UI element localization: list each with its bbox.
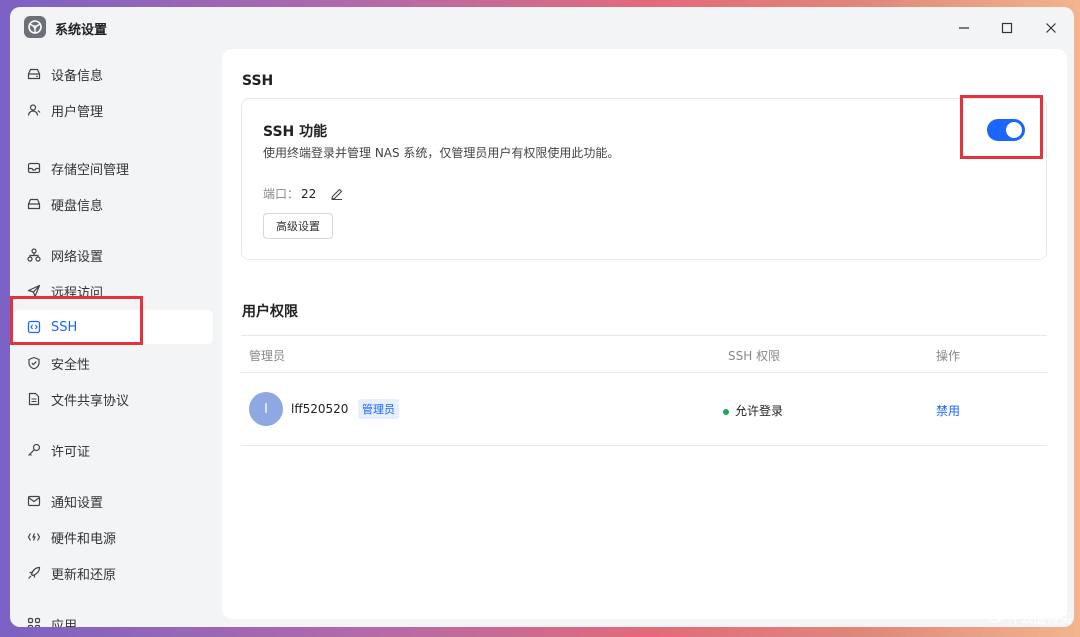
sidebar-item-label: 设备信息 bbox=[51, 68, 104, 84]
shield-icon bbox=[26, 355, 42, 371]
ssh-feature-title: SSH 功能 bbox=[263, 124, 328, 140]
sidebar-item-label: 应用 bbox=[51, 618, 78, 628]
apps-icon bbox=[26, 616, 42, 627]
sidebar-item-label: 网络设置 bbox=[51, 249, 104, 265]
storage-icon bbox=[26, 160, 42, 176]
settings-window: 系统设置 设备信息 用户管理 存储空间管理 硬盘信息 网络设置 远程访问 SSH… bbox=[10, 7, 1074, 627]
ssh-status-text: 允许登录 bbox=[735, 404, 784, 418]
sidebar-item-label: 更新和还原 bbox=[51, 567, 117, 583]
username: lff520520 bbox=[291, 402, 349, 416]
sidebar-item-label: 存储空间管理 bbox=[51, 162, 130, 178]
sidebar-item-storage[interactable]: 存储空间管理 bbox=[13, 151, 213, 185]
main-panel: SSH SSH 功能 使用终端登录并管理 NAS 系统，仅管理员用户有权限使用此… bbox=[222, 49, 1067, 619]
port-label: 端口： bbox=[263, 187, 300, 201]
document-icon bbox=[26, 391, 42, 407]
role-badge: 管理员 bbox=[358, 399, 399, 419]
watermark: 值 什么值得买 bbox=[987, 607, 1072, 627]
network-icon bbox=[26, 247, 42, 263]
avatar: I bbox=[249, 392, 283, 426]
sidebar-item-notifications[interactable]: 通知设置 bbox=[13, 484, 213, 518]
column-header-ssh-permission: SSH 权限 bbox=[728, 349, 781, 363]
sidebar-item-label: 硬盘信息 bbox=[51, 198, 104, 214]
sidebar-item-label: 硬件和电源 bbox=[51, 531, 117, 547]
port-row: 端口： 22 bbox=[263, 185, 344, 202]
sidebar-item-hardware-power[interactable]: 硬件和电源 bbox=[13, 520, 213, 554]
user-icon bbox=[26, 102, 42, 118]
sidebar-item-disk-info[interactable]: 硬盘信息 bbox=[13, 187, 213, 221]
sidebar-item-label: 许可证 bbox=[51, 444, 91, 460]
user-permissions-title: 用户权限 bbox=[242, 304, 298, 320]
ssh-feature-description: 使用终端登录并管理 NAS 系统，仅管理员用户有权限使用此功能。 bbox=[263, 146, 620, 160]
maximize-icon bbox=[1001, 19, 1013, 38]
mail-icon bbox=[26, 493, 42, 509]
ssh-feature-card: SSH 功能 使用终端登录并管理 NAS 系统，仅管理员用户有权限使用此功能。 … bbox=[241, 98, 1047, 260]
column-header-admin: 管理员 bbox=[249, 349, 286, 363]
window-title: 系统设置 bbox=[55, 23, 108, 38]
sidebar-item-security[interactable]: 安全性 bbox=[13, 346, 213, 380]
highlight-box-ssh-toggle bbox=[960, 95, 1043, 159]
table-row: I lff520520 管理员 允许登录 禁用 bbox=[241, 373, 1047, 446]
sidebar-item-update-restore[interactable]: 更新和还原 bbox=[13, 556, 213, 590]
key-icon bbox=[26, 442, 42, 458]
table-header: 管理员 SSH 权限 操作 bbox=[241, 335, 1047, 373]
close-button[interactable] bbox=[1037, 16, 1065, 40]
section-title: SSH bbox=[242, 73, 274, 89]
sidebar-item-device-info[interactable]: 设备信息 bbox=[13, 57, 213, 91]
title-bar: 系统设置 bbox=[10, 7, 1074, 49]
minimize-icon bbox=[958, 19, 970, 38]
svg-text:值: 值 bbox=[990, 610, 999, 622]
advanced-settings-button[interactable]: 高级设置 bbox=[263, 213, 333, 239]
steering-wheel-icon bbox=[24, 16, 46, 38]
highlight-box-ssh-nav bbox=[10, 296, 143, 345]
sidebar-item-license[interactable]: 许可证 bbox=[13, 433, 213, 467]
status-dot-icon bbox=[723, 408, 729, 415]
maximize-button[interactable] bbox=[993, 16, 1021, 40]
minimize-button[interactable] bbox=[950, 16, 978, 40]
sidebar-item-apps[interactable]: 应用 bbox=[13, 607, 213, 627]
rocket-icon bbox=[26, 565, 42, 581]
desktop-background: 系统设置 设备信息 用户管理 存储空间管理 硬盘信息 网络设置 远程访问 SSH… bbox=[0, 0, 1080, 637]
sidebar-item-label: 安全性 bbox=[51, 357, 91, 373]
disk-icon bbox=[26, 196, 42, 212]
disable-link[interactable]: 禁用 bbox=[936, 402, 960, 419]
ssh-status: 允许登录 bbox=[723, 402, 783, 419]
power-icon bbox=[26, 529, 42, 545]
sidebar-item-label: 通知设置 bbox=[51, 495, 104, 511]
sidebar-item-file-sharing[interactable]: 文件共享协议 bbox=[13, 382, 213, 416]
port-value: 22 bbox=[301, 186, 317, 201]
close-icon bbox=[1045, 19, 1057, 38]
column-header-actions: 操作 bbox=[936, 349, 961, 363]
sidebar-item-label: 用户管理 bbox=[51, 104, 104, 120]
sidebar-item-label: 文件共享协议 bbox=[51, 393, 130, 409]
smzdm-logo-icon: 值 bbox=[987, 607, 1003, 627]
edit-port-icon[interactable] bbox=[330, 187, 344, 201]
drive-icon bbox=[26, 66, 42, 82]
watermark-text: 什么值得买 bbox=[1006, 611, 1072, 627]
sidebar-item-network[interactable]: 网络设置 bbox=[13, 238, 213, 272]
permissions-table: 管理员 SSH 权限 操作 I lff520520 管理员 允许登录 禁用 bbox=[241, 335, 1047, 446]
sidebar-item-user-management[interactable]: 用户管理 bbox=[13, 93, 213, 127]
